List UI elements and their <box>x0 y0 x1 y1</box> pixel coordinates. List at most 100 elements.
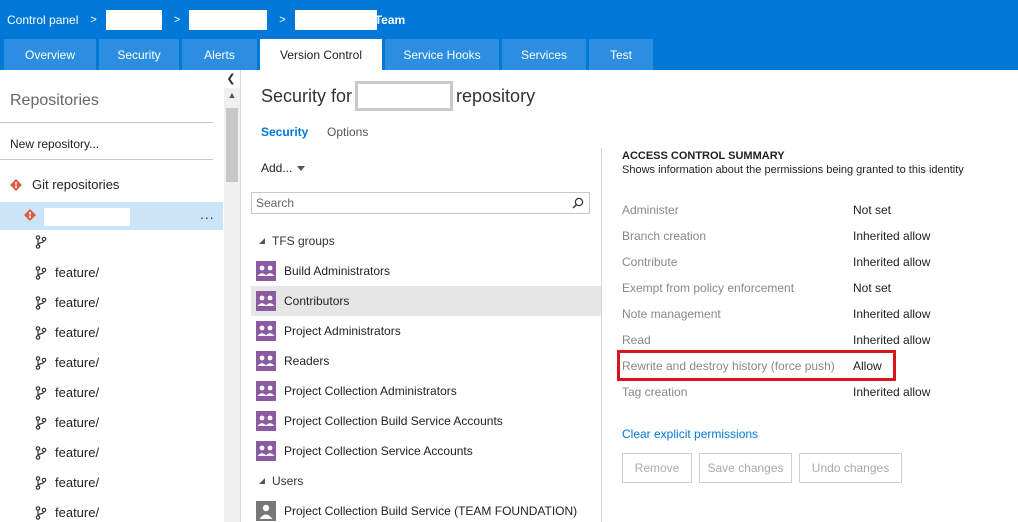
branch-label: feature/ <box>55 265 100 280</box>
collapse-sidebar-icon[interactable]: ❮ <box>225 72 237 86</box>
identity-item[interactable]: Project Administrators <box>251 316 601 346</box>
group-header-label: Users <box>272 474 304 488</box>
undo-changes-button[interactable]: Undo changes <box>799 453 902 483</box>
add-identity-button[interactable]: Add... <box>261 161 306 175</box>
identity-item[interactable]: Project Collection Build Service (TEAM F… <box>251 496 601 522</box>
divider <box>0 122 213 123</box>
branch-icon <box>35 475 47 490</box>
divider <box>0 159 213 160</box>
breadcrumb-team-suffix[interactable]: Team <box>375 13 405 27</box>
permission-value[interactable]: Not set <box>853 203 891 217</box>
clear-explicit-permissions-link[interactable]: Clear explicit permissions <box>622 427 758 441</box>
identity-label: Project Collection Service Accounts <box>284 444 473 458</box>
branch-item[interactable]: feature/ <box>35 325 99 340</box>
permission-name: Administer <box>622 203 679 217</box>
branch-item[interactable]: feature/ <box>35 415 99 430</box>
scroll-thumb[interactable] <box>226 108 238 182</box>
branch-item[interactable]: feature/ <box>35 385 99 400</box>
breadcrumb: Control panel > > > Team <box>7 8 405 32</box>
group-icon <box>256 261 276 281</box>
repository-name-redacted <box>44 208 130 226</box>
branch-label: feature/ <box>55 415 100 430</box>
search-icon[interactable] <box>572 197 584 209</box>
identity-item[interactable]: Project Collection Service Accounts <box>251 436 601 466</box>
permission-name: Note management <box>622 307 721 321</box>
search-input[interactable] <box>252 193 562 213</box>
group-header-tfs-groups[interactable]: TFS groups <box>259 234 335 248</box>
branch-icon <box>35 505 47 520</box>
identity-label: Project Collection Build Service Account… <box>284 414 503 428</box>
identity-item[interactable]: Build Administrators <box>251 256 601 286</box>
permission-value[interactable]: Inherited allow <box>853 333 930 347</box>
branch-item[interactable]: feature/ <box>35 445 99 460</box>
git-repositories-label: Git repositories <box>32 177 120 192</box>
tab-alerts[interactable]: Alerts <box>182 39 260 70</box>
chevron-down-icon <box>297 165 306 171</box>
group-icon <box>256 321 276 341</box>
selected-repository-row[interactable]: ... <box>0 202 223 230</box>
branch-label: feature/ <box>55 325 100 340</box>
identity-item[interactable]: Project Collection Build Service Account… <box>251 406 601 436</box>
breadcrumb-collection-redacted[interactable] <box>105 10 162 30</box>
branch-icon <box>35 415 47 430</box>
branch-icon <box>35 385 47 400</box>
branch-item[interactable]: feature/ <box>35 265 99 280</box>
breadcrumb-separator: > <box>173 14 181 26</box>
repositories-sidebar: ❮ Repositories New repository... Git rep… <box>0 70 241 522</box>
repository-name-redacted <box>355 81 454 111</box>
subtab-security[interactable]: Security <box>261 125 308 139</box>
top-header: Control panel > > > Team Overview Securi… <box>0 0 1018 70</box>
tab-services[interactable]: Services <box>502 39 589 70</box>
permission-name: Exempt from policy enforcement <box>622 281 795 295</box>
branch-icon <box>35 445 47 460</box>
tab-service-hooks[interactable]: Service Hooks <box>385 39 502 70</box>
identity-item[interactable]: Readers <box>251 346 601 376</box>
save-changes-button[interactable]: Save changes <box>699 453 792 483</box>
expanded-triangle-icon[interactable] <box>259 478 265 484</box>
branch-item[interactable]: feature/ <box>35 295 99 310</box>
tab-overview[interactable]: Overview <box>4 39 99 70</box>
tab-security[interactable]: Security <box>99 39 182 70</box>
identity-item-selected[interactable]: Contributors <box>251 286 601 316</box>
group-header-users[interactable]: Users <box>259 474 303 488</box>
identity-item[interactable]: Project Collection Administrators <box>251 376 601 406</box>
branch-label: feature/ <box>55 445 100 460</box>
permission-value[interactable]: Not set <box>853 281 891 295</box>
identity-label: Project Collection Administrators <box>284 384 457 398</box>
subtab-options[interactable]: Options <box>327 125 368 139</box>
branch-icon <box>35 265 47 280</box>
expanded-triangle-icon[interactable] <box>259 238 265 244</box>
permission-value[interactable]: Inherited allow <box>853 255 930 269</box>
admin-tabs: Overview Security Alerts Version Control… <box>4 39 653 70</box>
branch-icon <box>35 355 47 370</box>
breadcrumb-project-redacted[interactable] <box>189 10 268 30</box>
git-repositories-node[interactable]: Git repositories <box>10 177 119 192</box>
branch-item[interactable]: feature/ <box>35 475 99 490</box>
branch-item[interactable]: feature/ <box>35 355 99 370</box>
branch-item[interactable]: feature/ <box>35 505 99 520</box>
permission-name: Tag creation <box>622 385 688 399</box>
tab-version-control[interactable]: Version Control <box>260 39 385 70</box>
branch-item[interactable] <box>35 235 55 249</box>
group-icon <box>256 411 276 431</box>
breadcrumb-team-redacted[interactable] <box>294 10 377 30</box>
new-repository-link[interactable]: New repository... <box>10 137 99 151</box>
acs-subtitle: Shows information about the permissions … <box>622 164 964 176</box>
permission-value[interactable]: Inherited allow <box>853 229 930 243</box>
identity-search[interactable] <box>251 192 590 214</box>
permission-value[interactable]: Inherited allow <box>853 385 930 399</box>
more-actions-icon[interactable]: ... <box>200 206 215 222</box>
remove-button[interactable]: Remove <box>622 453 692 483</box>
highlight-annotation-box <box>617 350 896 381</box>
permission-value[interactable]: Inherited allow <box>853 307 930 321</box>
identity-label: Contributors <box>284 294 350 308</box>
breadcrumb-control-panel[interactable]: Control panel <box>7 13 78 27</box>
branch-label: feature/ <box>55 385 100 400</box>
group-icon <box>256 351 276 371</box>
acs-title: ACCESS CONTROL SUMMARY <box>622 150 785 162</box>
sidebar-scrollbar[interactable]: ▲ <box>224 88 240 522</box>
sidebar-title: Repositories <box>10 92 99 109</box>
tab-test[interactable]: Test <box>589 39 653 70</box>
scroll-up-icon[interactable]: ▲ <box>224 90 240 102</box>
breadcrumb-separator: > <box>279 14 286 26</box>
